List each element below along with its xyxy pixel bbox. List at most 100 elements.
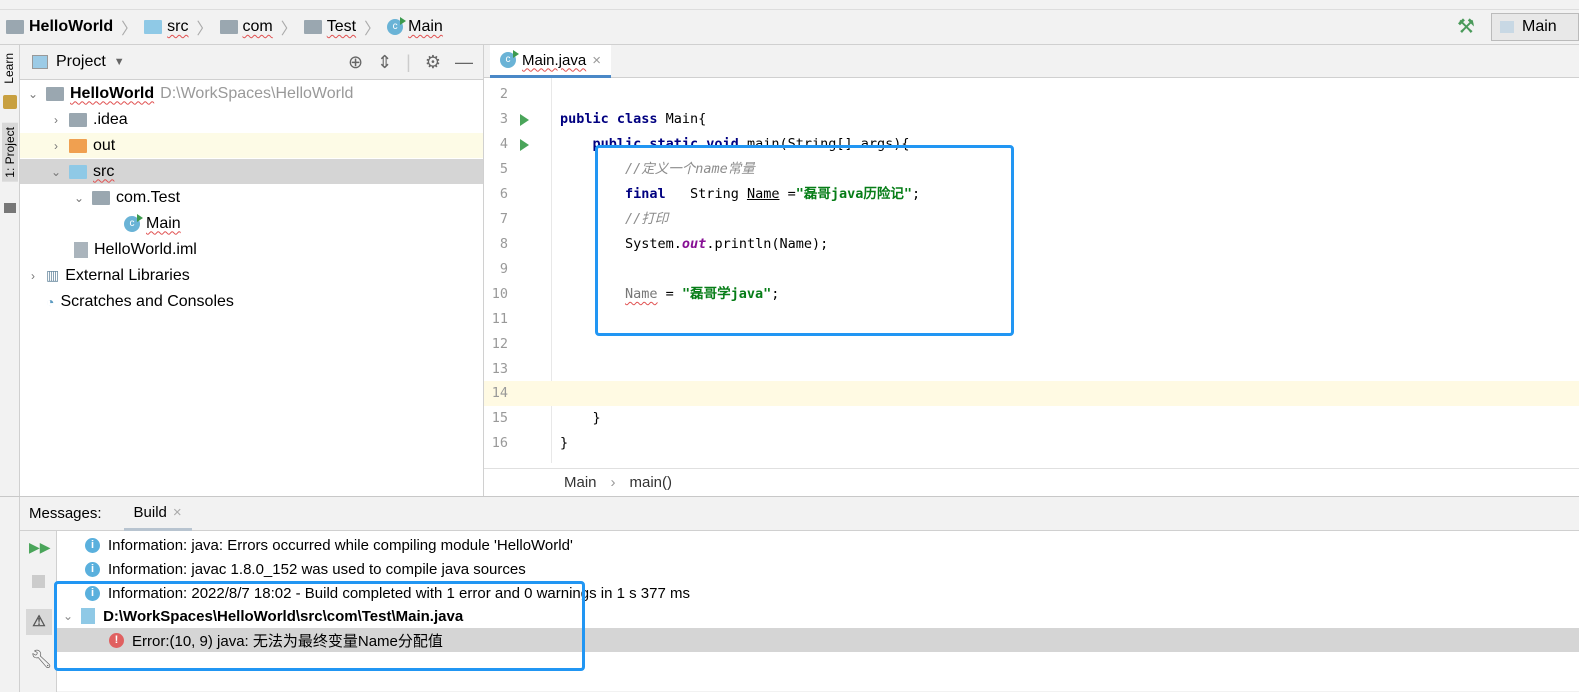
close-icon[interactable]: × <box>592 52 601 69</box>
navigation-breadcrumb: HelloWorld 〉 src 〉 com 〉 Test 〉 c Main ⚒ Main <box>0 10 1579 45</box>
scratches-icon: ◔ <box>46 293 55 310</box>
run-icon[interactable] <box>520 114 529 126</box>
code-line: 9 <box>499 261 508 277</box>
code-line: 4 public static void main(String[] args)… <box>499 136 910 152</box>
wrench-icon[interactable]: 🔧︎ <box>30 649 53 670</box>
tab-build[interactable]: Build × <box>123 497 192 531</box>
tree-label: com.Test <box>116 188 181 206</box>
folder-icon <box>69 112 87 127</box>
run-config-select[interactable]: Main <box>1491 13 1579 41</box>
tree-item-idea[interactable]: › .idea <box>20 107 483 132</box>
tree-item-helloworld[interactable]: ⌄ HelloWorld D:\WorkSpaces\HelloWorld <box>20 81 483 106</box>
tree-path: D:\WorkSpaces\HelloWorld <box>160 84 354 102</box>
tree-label: src <box>93 162 115 180</box>
collapse-all-icon[interactable]: ⇕ <box>377 52 392 73</box>
message-info[interactable]: i Information: javac 1.8.0_152 was used t… <box>57 557 1579 581</box>
messages-label: Messages: <box>29 505 102 522</box>
project-view-icon <box>32 55 48 69</box>
error-icon: ! <box>109 632 124 648</box>
package-icon <box>92 190 110 205</box>
folder-icon <box>4 203 16 213</box>
message-text: Information: javac 1.8.0_152 was used to… <box>108 560 526 578</box>
run-icon[interactable] <box>520 139 529 151</box>
chevron-down-icon[interactable]: ⌄ <box>63 609 73 623</box>
gear-icon[interactable]: ⚙ <box>425 52 441 73</box>
chevron-down-icon[interactable]: ▼ <box>114 56 125 68</box>
project-view-select[interactable]: Project <box>56 53 106 71</box>
package-icon <box>303 20 322 34</box>
code-line: 16} <box>491 435 569 451</box>
tree-label: out <box>93 136 116 154</box>
crumb-label: com <box>242 18 273 35</box>
crumb-src[interactable]: src 〉 <box>144 15 215 39</box>
class-icon: c <box>387 17 407 35</box>
stop-icon[interactable] <box>32 575 45 588</box>
chevron-right-icon[interactable]: › <box>49 113 63 127</box>
message-text: Information: java: Errors occurred while… <box>108 536 573 554</box>
class-icon: c <box>124 213 143 232</box>
message-info[interactable]: i Information: 2022/8/7 18:02 - Build com… <box>57 581 1579 605</box>
class-icon: c <box>500 50 519 68</box>
code-editor[interactable]: c Main.java × 2 3 public class Main{ 4 publ… <box>484 45 1579 496</box>
message-info[interactable]: i Information: java: Errors occurred whil… <box>57 533 1579 557</box>
learn-tab[interactable]: Learn <box>2 53 16 84</box>
code-line: 3 public class Main{ <box>499 111 707 127</box>
code-line: 13 <box>491 361 508 377</box>
build-hammer-icon[interactable]: ⚒ <box>1457 14 1475 39</box>
tree-item-src[interactable]: ⌄ src <box>20 159 483 184</box>
messages-header: Messages: Build × <box>20 497 1579 531</box>
iml-file-icon <box>74 241 88 258</box>
tab-label: Build <box>133 503 167 521</box>
chevron-down-icon[interactable]: ⌄ <box>49 165 63 179</box>
crumb-test[interactable]: Test 〉 <box>303 15 383 39</box>
code-line: 2 <box>499 86 508 102</box>
chevron-down-icon[interactable]: ⌄ <box>72 191 86 205</box>
message-error[interactable]: ! Error:(10, 9) java: 无法为最终变量Name分配值 <box>57 628 1579 652</box>
chevron-right-icon[interactable]: › <box>26 269 40 283</box>
tree-item-com-test[interactable]: ⌄ com.Test <box>20 185 483 210</box>
message-file[interactable]: ⌄ D:\WorkSpaces\HelloWorld\src\com\Test\M… <box>57 604 1579 628</box>
current-line: 14 <box>484 381 1579 406</box>
tab-main-java[interactable]: c Main.java × <box>490 45 611 78</box>
crumb-class[interactable]: Main <box>564 474 597 491</box>
code-line: 6 final String Name ="磊哥java历险记"; <box>499 186 921 202</box>
crumb-main[interactable]: c Main <box>387 17 443 36</box>
tab-label: Main.java <box>522 51 587 69</box>
module-icon <box>6 20 24 34</box>
tree-item-out[interactable]: › out <box>20 133 483 158</box>
editor-breadcrumb: Main › main() <box>484 468 1579 496</box>
tree-item-main[interactable]: c Main <box>20 211 483 236</box>
tree-item-scratches[interactable]: ◔ Scratches and Consoles <box>20 289 483 314</box>
info-icon: i <box>85 585 100 601</box>
editor-tabs: c Main.java × <box>484 45 1579 78</box>
crumb-label: Main <box>408 18 443 35</box>
tree-label: HelloWorld.iml <box>94 240 197 258</box>
crumb-helloworld[interactable]: HelloWorld 〉 <box>6 15 140 39</box>
folder-icon <box>144 20 163 34</box>
code-line: 5 //定义一个name常量 <box>499 161 755 177</box>
crumb-com[interactable]: com 〉 <box>219 15 300 39</box>
warning-filter-icon[interactable]: ⚠ <box>26 609 52 635</box>
run-config-label: Main <box>1522 18 1557 35</box>
rerun-icon[interactable]: ▶▶ <box>29 539 51 556</box>
package-icon <box>219 20 238 34</box>
code-line: 7 //打印 <box>499 211 669 227</box>
project-tab[interactable]: 1: Project <box>2 123 18 182</box>
chevron-right-icon[interactable]: › <box>49 139 63 153</box>
info-icon: i <box>85 537 100 553</box>
locate-icon[interactable]: ⊕ <box>348 52 363 73</box>
project-panel: Project ▼ ⊕ ⇕ | ⚙ — ⌄ HelloWorld D:\WorkSpaces… <box>20 45 484 496</box>
tree-item-iml[interactable]: HelloWorld.iml <box>20 237 483 262</box>
crumb-method[interactable]: main() <box>630 474 673 491</box>
hide-icon[interactable]: — <box>455 52 473 73</box>
project-panel-header: Project ▼ ⊕ ⇕ | ⚙ — <box>20 45 483 80</box>
config-icon <box>1500 21 1514 33</box>
message-text: Error:(10, 9) java: 无法为最终变量Name分配值 <box>132 632 443 650</box>
tree-label: HelloWorld <box>70 84 155 102</box>
chevron-down-icon[interactable]: ⌄ <box>26 87 40 101</box>
tree-item-external-libraries[interactable]: › ▥ External Libraries <box>20 263 483 288</box>
module-folder-icon <box>46 86 64 101</box>
code-line: 15 } <box>491 410 601 426</box>
close-icon[interactable]: × <box>173 504 182 521</box>
code-line: 12 <box>491 336 508 352</box>
